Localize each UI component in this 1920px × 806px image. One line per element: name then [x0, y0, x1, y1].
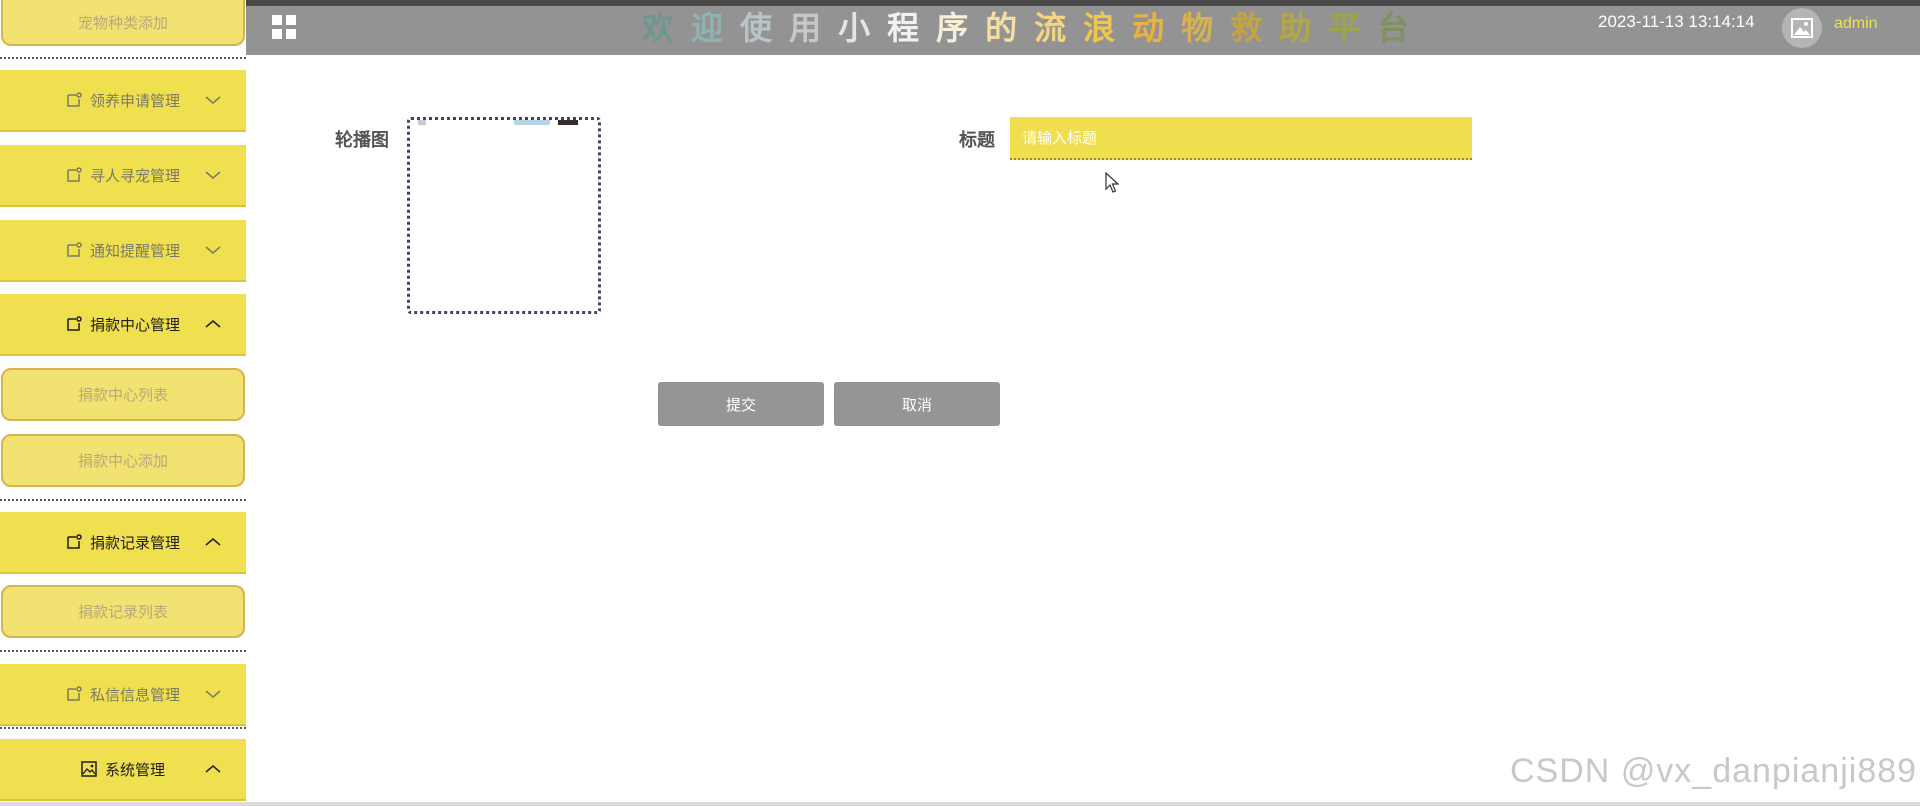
sidebar-item-donation-add[interactable]: 捐款中心添加	[1, 434, 245, 487]
file-icon	[67, 686, 82, 701]
top-header: 欢迎使用小程序的流浪动物救助平台 2023-11-13 13:14:14 adm…	[246, 0, 1920, 55]
sidebar-item-donation-records[interactable]: 捐款记录管理	[0, 512, 246, 574]
sidebar-item-lost-found[interactable]: 寻人寻宠管理	[0, 145, 246, 207]
title-char: 用	[789, 9, 839, 47]
title-char: 物	[1181, 9, 1231, 47]
sidebar: 宠物种类添加 领养申请管理 寻人寻宠管理 通知提醒管理 捐款中心管理 捐款中心列…	[0, 0, 246, 806]
chevron-down-icon	[205, 96, 221, 104]
username-link[interactable]: admin	[1834, 15, 1878, 33]
title-char: 序	[936, 9, 986, 47]
sidebar-item-label: 领养申请管理	[89, 91, 180, 110]
sidebar-item-label: 捐款中心添加	[77, 452, 168, 470]
chevron-up-icon	[205, 538, 221, 546]
title-char: 动	[1132, 9, 1182, 47]
file-icon	[67, 534, 82, 549]
sidebar-item-adoption[interactable]: 领养申请管理	[0, 70, 246, 132]
file-icon	[67, 92, 82, 107]
chevron-down-icon	[205, 171, 221, 179]
title-char: 助	[1279, 9, 1329, 47]
sidebar-item-notices[interactable]: 通知提醒管理	[0, 220, 246, 282]
title-char: 迎	[691, 9, 741, 47]
sidebar-item-messages[interactable]: 私信信息管理	[0, 664, 246, 726]
sidebar-item-label: 通知提醒管理	[89, 241, 180, 260]
sidebar-item-system[interactable]: 系统管理	[0, 739, 246, 801]
file-icon	[67, 316, 82, 331]
bottom-border	[0, 802, 1920, 806]
carousel-label: 轮播图	[335, 130, 389, 151]
chevron-up-icon	[205, 320, 221, 328]
divider	[0, 650, 246, 652]
title-char: 小	[838, 9, 888, 47]
chevron-up-icon	[205, 765, 221, 773]
cancel-button[interactable]: 取消	[834, 382, 1000, 426]
title-char: 救	[1230, 9, 1280, 47]
image-icon	[81, 761, 97, 777]
page-title: 欢迎使用小程序的流浪动物救助平台	[642, 3, 1426, 47]
title-char: 欢	[642, 9, 692, 47]
title-char: 台	[1377, 9, 1427, 47]
sidebar-item-donation-center[interactable]: 捐款中心管理	[0, 294, 246, 356]
file-icon	[67, 167, 82, 182]
title-label: 标题	[959, 130, 995, 151]
title-input[interactable]	[1010, 117, 1472, 160]
upload-thumbnail	[418, 120, 426, 125]
submit-button[interactable]: 提交	[658, 382, 824, 426]
title-char: 使	[740, 9, 790, 47]
upload-thumbnail	[558, 120, 578, 125]
app-stage: 欢迎使用小程序的流浪动物救助平台 2023-11-13 13:14:14 adm…	[0, 0, 1920, 806]
sidebar-item-donation-list[interactable]: 捐款中心列表	[1, 368, 245, 421]
sidebar-item-label: 寻人寻宠管理	[89, 166, 180, 185]
title-char: 流	[1034, 9, 1084, 47]
sidebar-item-label: 捐款记录管理	[89, 533, 180, 552]
mouse-cursor-icon	[1105, 172, 1119, 193]
sidebar-item-label: 宠物种类添加	[77, 13, 168, 32]
title-char: 的	[985, 9, 1035, 47]
divider	[0, 57, 246, 59]
title-char: 浪	[1083, 9, 1133, 47]
sidebar-item-pet-type-add[interactable]: 宠物种类添加	[1, 0, 245, 46]
sidebar-item-label: 捐款记录列表	[77, 603, 168, 621]
sidebar-item-label: 系统管理	[104, 760, 165, 779]
sidebar-item-donation-record-list[interactable]: 捐款记录列表	[1, 585, 245, 638]
image-icon	[1791, 18, 1813, 38]
divider	[0, 499, 246, 501]
title-char: 程	[887, 9, 937, 47]
carousel-upload-box[interactable]	[407, 117, 601, 314]
current-datetime: 2023-11-13 13:14:14	[1598, 12, 1755, 31]
chevron-down-icon	[205, 690, 221, 698]
divider	[0, 727, 246, 729]
title-char: 平	[1328, 9, 1378, 47]
avatar[interactable]	[1782, 8, 1822, 48]
sidebar-item-label: 捐款中心列表	[77, 386, 168, 404]
upload-thumbnail	[514, 120, 550, 125]
chevron-down-icon	[205, 246, 221, 254]
watermark-text: CSDN @vx_danpianji889	[1510, 752, 1918, 790]
file-icon	[67, 242, 82, 257]
grid-menu-icon[interactable]	[271, 14, 297, 40]
sidebar-item-label: 私信信息管理	[89, 685, 180, 704]
sidebar-item-label: 捐款中心管理	[89, 315, 180, 334]
